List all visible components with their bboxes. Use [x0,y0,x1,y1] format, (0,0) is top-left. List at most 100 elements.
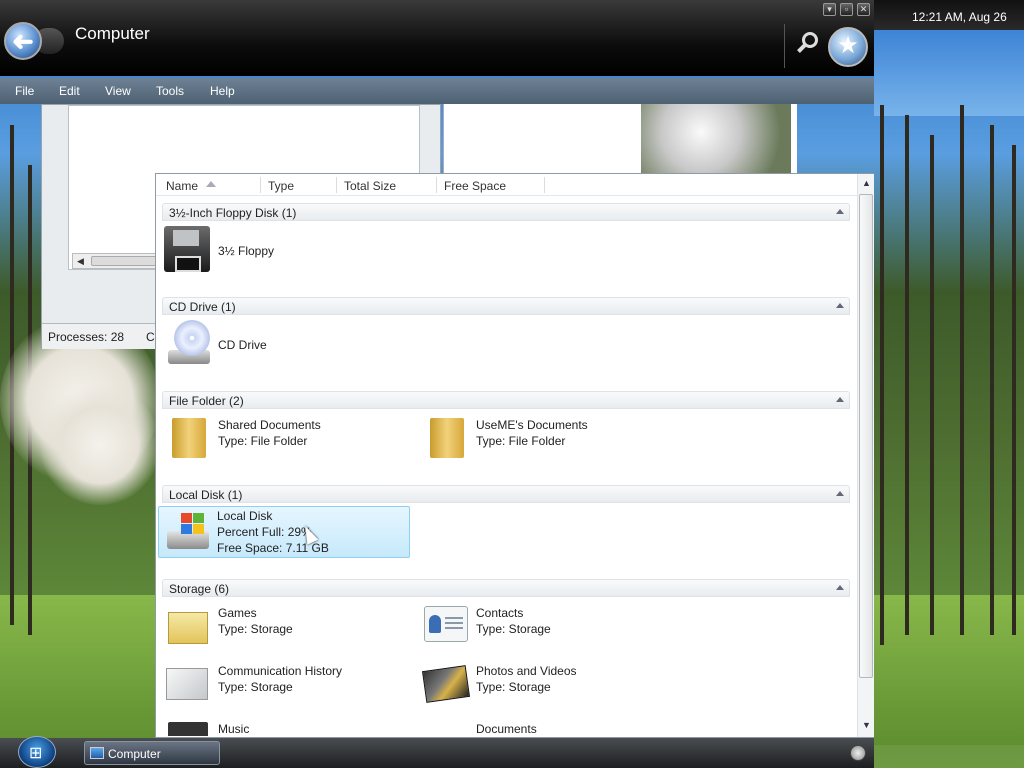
communication-history-item[interactable]: Communication History Type: Storage [160,658,412,710]
shared-documents-item[interactable]: Shared Documents Type: File Folder [160,412,412,464]
music-icon [164,718,210,736]
group-title: CD Drive (1) [169,300,236,314]
free-space: Free Space: 7.11 GB [217,541,329,555]
mail-shape [166,668,208,700]
item-name: Contacts [476,606,524,620]
item-type: Type: Storage [476,622,551,636]
menu-bar: File Edit View Tools Help [0,78,874,104]
collapse-chevron-icon[interactable] [836,585,844,590]
item-name: Games [218,606,257,620]
wallpaper-tree [1012,145,1016,635]
status-cut-text: C [146,330,155,344]
documents-item[interactable]: Documents [418,716,670,736]
photos-shape [421,665,471,703]
menu-edit[interactable]: Edit [59,84,80,98]
contacts-item[interactable]: Contacts Type: Storage [418,600,670,652]
floppy-disk-icon [164,226,210,272]
music-shape [168,722,208,736]
item-type: Type: Storage [476,680,551,694]
item-name: CD Drive [218,338,267,352]
minimize-button[interactable]: ▾ [823,3,836,16]
hard-disk-icon [163,509,209,555]
column-name[interactable]: Name [166,179,198,193]
sort-ascending-icon [206,181,216,187]
collapse-chevron-icon[interactable] [836,303,844,308]
item-name: UseME's Documents [476,418,588,432]
column-total-size[interactable]: Total Size [344,179,396,193]
folder-shape [430,418,464,458]
search-icon-handle [797,43,807,53]
vertical-scrollbar[interactable]: ▲ ▼ [857,174,874,737]
cd-disc [174,320,210,356]
scroll-left-icon[interactable]: ◀ [77,256,84,267]
group-header-file-folder[interactable]: File Folder (2) [162,391,850,409]
processes-count: Processes: 28 [48,330,125,344]
menu-file[interactable]: File [15,84,34,98]
column-type[interactable]: Type [268,179,294,193]
item-type: Type: File Folder [218,434,308,448]
back-button[interactable]: ➜ [4,22,42,60]
column-divider[interactable] [336,177,337,193]
menu-help[interactable]: Help [210,84,235,98]
folder-shape [172,418,206,458]
collapse-chevron-icon[interactable] [836,491,844,496]
computer-icon [90,747,104,759]
group-header-floppy[interactable]: 3½-Inch Floppy Disk (1) [162,203,850,221]
taskbar-computer-button[interactable]: Computer [84,741,220,765]
games-envelope-shape [168,612,208,644]
background-pane [443,104,641,174]
photo-frame [791,104,797,174]
scroll-down-icon[interactable]: ▼ [862,720,871,730]
tray-icon[interactable] [850,745,866,761]
column-divider[interactable] [436,177,437,193]
close-button[interactable]: ✕ [857,3,870,16]
group-title: Local Disk (1) [169,488,243,502]
logo-yellow [193,524,204,534]
group-header-storage[interactable]: Storage (6) [162,579,850,597]
percent-full: Percent Full: 29% [217,525,312,539]
collapse-chevron-icon[interactable] [836,209,844,214]
group-header-local-disk[interactable]: Local Disk (1) [162,485,850,503]
music-item[interactable]: Music [160,716,412,736]
group-header-cd-drive[interactable]: CD Drive (1) [162,297,850,315]
group-title: File Folder (2) [169,394,244,408]
cd-drive-item[interactable]: CD Drive [160,318,412,370]
menu-view[interactable]: View [105,84,131,98]
item-name: Shared Documents [218,418,321,432]
games-item[interactable]: Games Type: Storage [160,600,412,652]
photos-icon [421,660,471,706]
favorites-star-button[interactable]: ★ [828,27,868,67]
item-name: Communication History [218,664,343,678]
column-free-space[interactable]: Free Space [444,179,506,193]
menu-tools[interactable]: Tools [156,84,184,98]
useme-documents-item[interactable]: UseME's Documents Type: File Folder [418,412,670,464]
back-arrow-icon: ➜ [12,26,34,56]
wallpaper-tree [930,135,934,635]
wallpaper-tree [880,105,884,645]
group-title: 3½-Inch Floppy Disk (1) [169,206,297,220]
local-disk-item[interactable]: Local Disk Percent Full: 29% Free Space:… [158,506,410,558]
logo-green [193,513,204,523]
folder-icon [422,414,468,460]
floppy-drive-item[interactable]: 3½ Floppy [160,224,412,276]
column-divider[interactable] [260,177,261,193]
cd-drive-icon [164,320,210,366]
logo-blue [181,524,192,534]
taskbar-label: Computer [108,747,161,761]
toolbar-separator [784,24,785,68]
contacts-icon [422,602,468,648]
scroll-up-icon[interactable]: ▲ [862,178,871,188]
collapse-chevron-icon[interactable] [836,397,844,402]
scrollbar-thumb[interactable] [859,194,873,678]
contact-card-shape [424,606,468,642]
desktop-sky [874,26,1024,116]
item-name: Photos and Videos [476,664,577,678]
column-divider[interactable] [544,177,545,193]
photos-and-videos-item[interactable]: Photos and Videos Type: Storage [418,658,670,710]
window-title: Computer [75,24,150,43]
restore-button[interactable]: ▫ [840,3,853,16]
taskbar: ⊞ Computer [0,736,874,768]
search-button[interactable] [794,30,824,60]
start-button[interactable]: ⊞ [18,736,56,768]
folder-icon [164,414,210,460]
